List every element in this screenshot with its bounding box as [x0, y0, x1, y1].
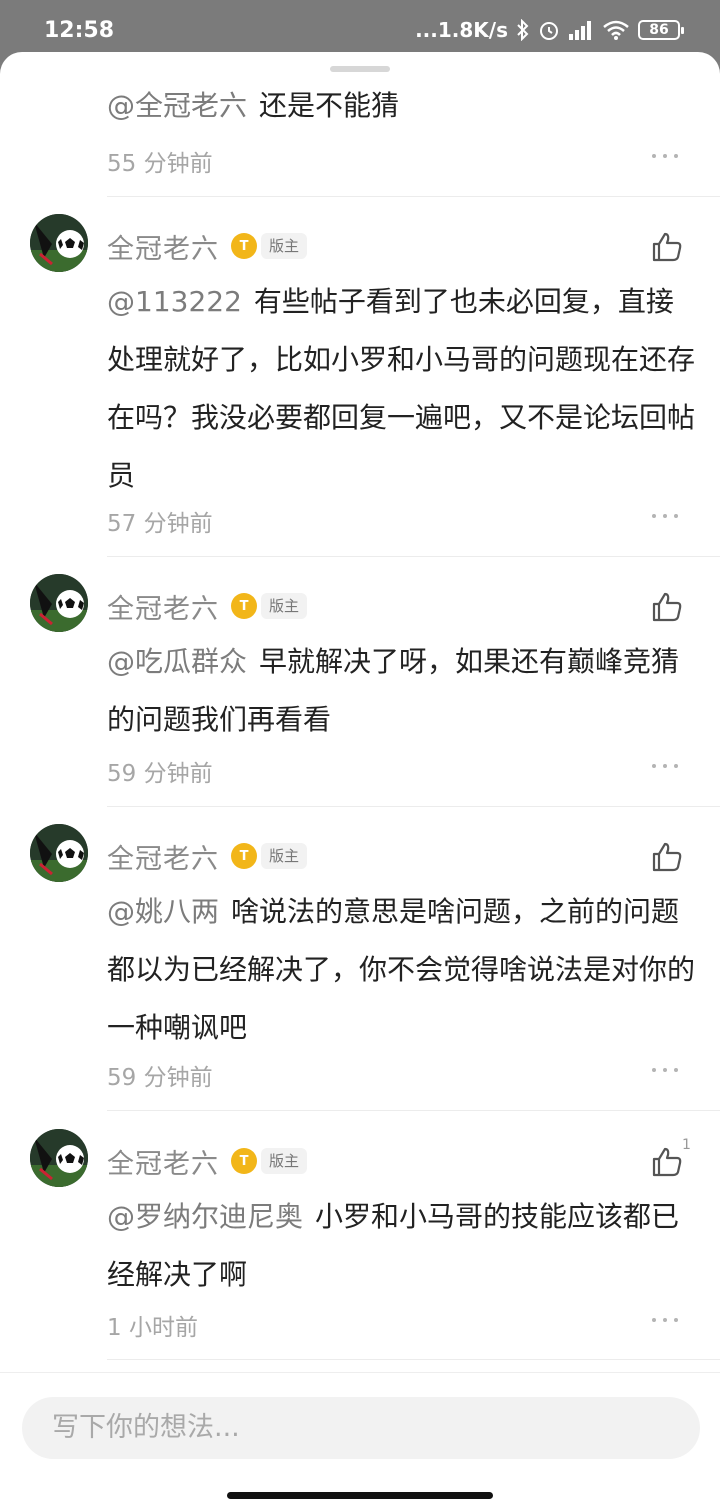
- moderator-badge: 版主: [261, 593, 308, 619]
- author-name[interactable]: 全冠老六: [107, 1142, 219, 1181]
- mention-link[interactable]: @113222: [107, 285, 242, 318]
- author-row: 全冠老六 T 版主: [107, 837, 308, 876]
- like-count: 1: [682, 1137, 691, 1153]
- bluetooth-icon: [516, 19, 530, 41]
- home-indicator[interactable]: [227, 1492, 493, 1499]
- level-badge-icon: T: [231, 1148, 257, 1174]
- thumbs-up-icon[interactable]: [650, 590, 684, 624]
- divider: [107, 556, 720, 557]
- level-badge-icon: T: [231, 593, 257, 619]
- more-options-icon[interactable]: [652, 1066, 678, 1074]
- avatar[interactable]: [30, 1129, 88, 1187]
- signal-icon: [568, 20, 594, 40]
- thumbs-up-icon[interactable]: [650, 1145, 684, 1179]
- comment-time: 57 分钟前: [107, 511, 213, 537]
- level-badge-icon: T: [231, 233, 257, 259]
- mention-link[interactable]: @吃瓜群众: [107, 645, 247, 678]
- comment-input[interactable]: 写下你的想法...: [22, 1397, 700, 1459]
- author-row: 全冠老六 T 版主: [107, 227, 308, 266]
- thumbs-up-icon[interactable]: [650, 230, 684, 264]
- comment-body: @吃瓜群众 早就解决了呀，如果还有巅峰竞猜的问题我们再看看: [107, 633, 697, 749]
- comment-time: 1 小时前: [107, 1315, 198, 1341]
- more-options-icon[interactable]: [652, 152, 678, 160]
- comment-sheet[interactable]: @全冠老六 还是不能猜 55 分钟前 全冠老六 T 版主 @113222 有些帖…: [0, 52, 720, 1509]
- more-options-icon[interactable]: [652, 1316, 678, 1324]
- author-row: 全冠老六 T 版主: [107, 1142, 308, 1181]
- net-speed: ...1.8K/s: [415, 18, 508, 42]
- comment-input-bar: 写下你的想法...: [0, 1372, 720, 1482]
- mention-link[interactable]: @罗纳尔迪尼奥: [107, 1200, 303, 1233]
- comment-body: @113222 有些帖子看到了也未必回复，直接处理就好了，比如小罗和小马哥的问题现…: [107, 273, 697, 505]
- comment-time: 59 分钟前: [107, 1065, 213, 1091]
- comment-text: 还是不能猜: [259, 89, 400, 122]
- comment-body: @姚八两 啥说法的意思是啥问题，之前的问题都以为已经解决了，你不会觉得啥说法是对你…: [107, 883, 697, 1057]
- wifi-icon: [602, 20, 630, 40]
- drag-handle[interactable]: [330, 66, 390, 72]
- alarm-icon: [538, 19, 560, 41]
- author-name[interactable]: 全冠老六: [107, 227, 219, 266]
- moderator-badge: 版主: [261, 843, 308, 869]
- avatar[interactable]: [30, 824, 88, 882]
- avatar[interactable]: [30, 574, 88, 632]
- comment-body: @罗纳尔迪尼奥 小罗和小马哥的技能应该都已经解决了啊: [107, 1188, 697, 1304]
- divider: [107, 196, 720, 197]
- level-badge-icon: T: [231, 843, 257, 869]
- comment-time: 55 分钟前: [107, 151, 213, 177]
- thumbs-up-icon[interactable]: [650, 840, 684, 874]
- moderator-badge: 版主: [261, 233, 308, 259]
- author-name[interactable]: 全冠老六: [107, 587, 219, 626]
- more-options-icon[interactable]: [652, 512, 678, 520]
- divider: [107, 806, 720, 807]
- mention-link[interactable]: @全冠老六: [107, 89, 247, 122]
- status-time: 12:58: [44, 18, 115, 43]
- battery-icon: 86: [638, 20, 684, 40]
- divider: [107, 1110, 720, 1111]
- author-name[interactable]: 全冠老六: [107, 837, 219, 876]
- mention-link[interactable]: @姚八两: [107, 895, 219, 928]
- comment-body: @全冠老六 还是不能猜: [107, 77, 697, 135]
- more-options-icon[interactable]: [652, 762, 678, 770]
- divider: [107, 1359, 720, 1360]
- moderator-badge: 版主: [261, 1148, 308, 1174]
- avatar[interactable]: [30, 214, 88, 272]
- comment-time: 59 分钟前: [107, 761, 213, 787]
- status-icons: ...1.8K/s 86: [415, 18, 684, 42]
- author-row: 全冠老六 T 版主: [107, 587, 308, 626]
